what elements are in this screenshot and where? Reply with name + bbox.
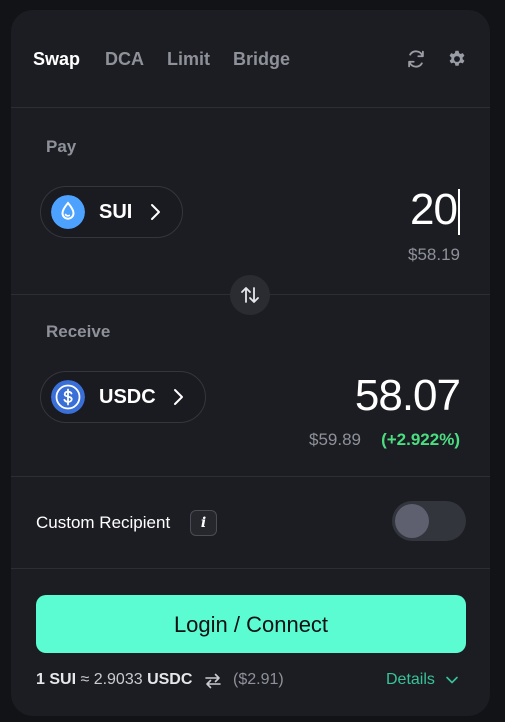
tab-limit[interactable]: Limit [167, 49, 210, 70]
usdc-dollar-icon [51, 380, 85, 414]
swap-arrows-icon [241, 287, 259, 303]
receive-token-selector[interactable]: USDC [40, 371, 206, 423]
info-icon[interactable]: i [190, 510, 217, 536]
tab-bar: Swap DCA Limit Bridge [11, 10, 490, 108]
login-connect-button[interactable]: Login / Connect [36, 595, 466, 653]
tab-bridge[interactable]: Bridge [233, 49, 290, 70]
exchange-rate: 1 SUI ≈ 2.9033 USDC [36, 671, 192, 689]
chevron-down-icon [446, 676, 459, 684]
swap-card: Swap DCA Limit Bridge Pay SUI 20 $58.19 [11, 10, 490, 716]
pay-usd-value: $58.19 [408, 245, 460, 264]
details-label: Details [386, 671, 435, 688]
tab-dca[interactable]: DCA [105, 49, 144, 70]
receive-label: Receive [46, 322, 111, 341]
chevron-right-icon [174, 389, 183, 405]
pay-amount-input[interactable]: 20 [410, 185, 460, 236]
invert-rate-icon[interactable] [203, 671, 223, 691]
receive-token-symbol: USDC [99, 386, 156, 408]
divider [11, 568, 490, 569]
refresh-icon[interactable] [405, 48, 427, 70]
pay-token-symbol: SUI [99, 201, 133, 223]
custom-recipient-toggle[interactable] [392, 501, 466, 541]
text-caret [458, 189, 460, 236]
price-change-percent: (+2.922%) [381, 430, 460, 449]
gear-icon[interactable] [446, 48, 468, 70]
toggle-knob [395, 504, 429, 538]
custom-recipient-label: Custom Recipient [36, 513, 171, 532]
rate-value: ≈ 2.9033 [76, 671, 148, 688]
pay-token-selector[interactable]: SUI [40, 186, 183, 238]
details-toggle[interactable]: Details [386, 671, 459, 689]
rate-base: 1 SUI [36, 671, 77, 688]
receive-usd-value: $59.89 [309, 430, 361, 449]
divider [11, 107, 490, 108]
chevron-right-icon [151, 204, 160, 220]
pay-amount-value: 20 [410, 185, 458, 234]
receive-amount: 58.07 [354, 371, 461, 420]
sui-droplet-icon [51, 195, 85, 229]
rate-quote: USDC [147, 671, 193, 688]
pay-label: Pay [46, 137, 77, 156]
rate-usd-value: ($2.91) [233, 671, 284, 688]
tab-swap[interactable]: Swap [33, 49, 80, 70]
switch-tokens-button[interactable] [230, 275, 270, 315]
divider [11, 476, 490, 477]
